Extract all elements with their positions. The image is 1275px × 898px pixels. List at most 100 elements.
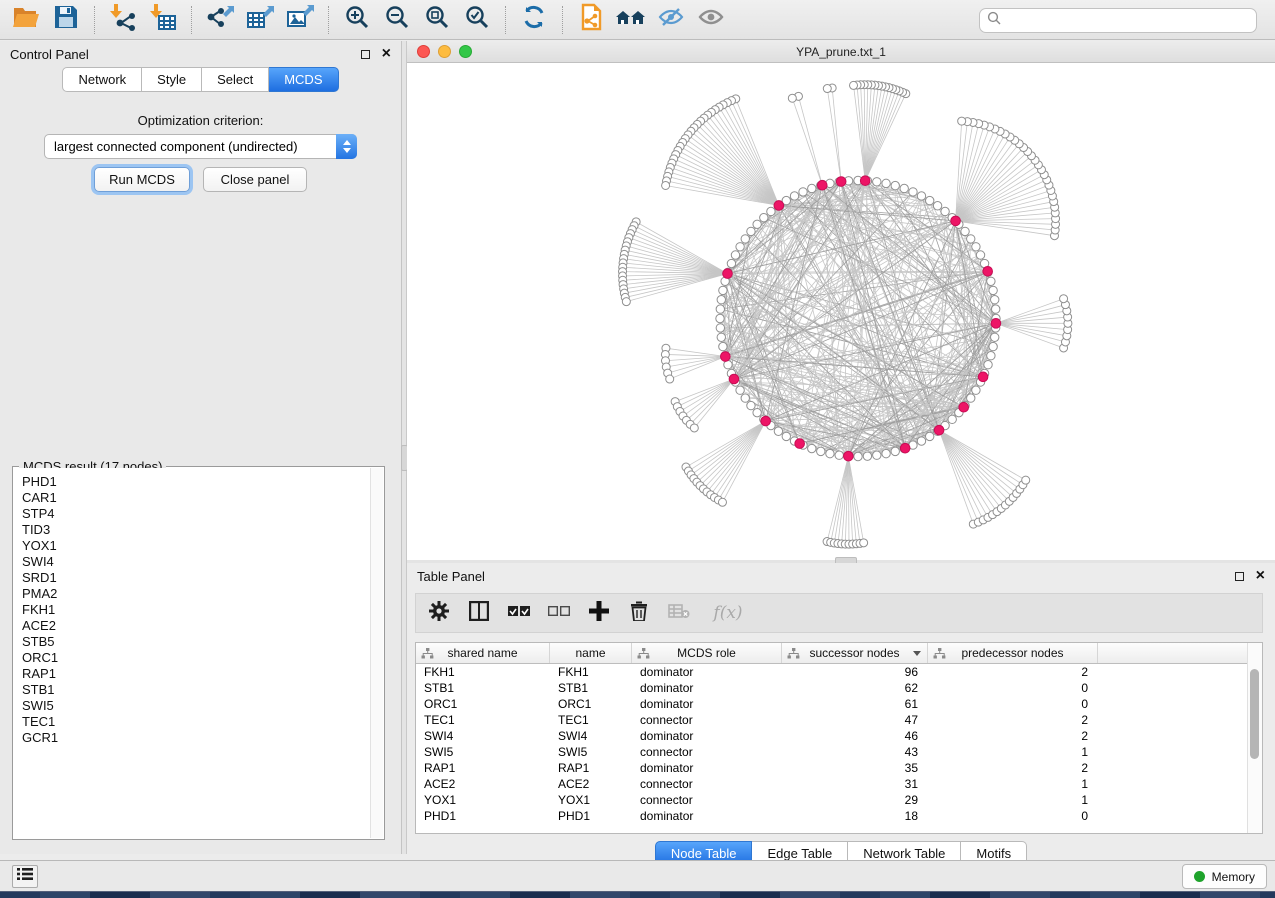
- column-header-successor-nodes[interactable]: successor nodes: [782, 643, 928, 663]
- export-image-button[interactable]: [280, 3, 320, 37]
- mcds-node-item[interactable]: SWI4: [22, 554, 362, 570]
- apply-preferred-layout-icon: [521, 4, 547, 35]
- node-table[interactable]: shared namenameMCDS rolesuccessor nodesp…: [415, 642, 1263, 834]
- table-row[interactable]: SWI5SWI5connector431: [416, 744, 1262, 760]
- zoom-out-button[interactable]: [377, 3, 417, 37]
- import-table-button[interactable]: [143, 3, 183, 37]
- cell-name: ORC1: [550, 696, 632, 712]
- shared-column-icon: [787, 648, 800, 662]
- table-row[interactable]: PHD1PHD1dominator180: [416, 808, 1262, 824]
- float-panel-icon[interactable]: [361, 50, 370, 59]
- table-row[interactable]: FKH1FKH1dominator962: [416, 664, 1262, 680]
- cell-predecessor-nodes: 1: [928, 792, 1098, 808]
- show-columns-button[interactable]: [466, 600, 492, 626]
- mcds-node-item[interactable]: STB1: [22, 682, 362, 698]
- apply-preferred-layout-button[interactable]: [514, 3, 554, 37]
- mcds-node-item[interactable]: ORC1: [22, 650, 362, 666]
- minimize-window-icon[interactable]: [438, 45, 451, 58]
- delete-column-button[interactable]: [626, 600, 652, 626]
- tab-style[interactable]: Style: [142, 67, 202, 92]
- tab-mcds[interactable]: MCDS: [269, 67, 338, 92]
- chevron-down-icon[interactable]: [913, 651, 921, 656]
- search-input[interactable]: [1006, 14, 1249, 28]
- tab-network[interactable]: Network: [62, 67, 142, 92]
- cell-shared-name: SWI5: [416, 744, 550, 760]
- table-row[interactable]: RAP1RAP1dominator352: [416, 760, 1262, 776]
- zoom-selected-button[interactable]: [457, 3, 497, 37]
- mcds-node-item[interactable]: FKH1: [22, 602, 362, 618]
- column-header-MCDS-role[interactable]: MCDS role: [632, 643, 782, 663]
- import-network-button[interactable]: [103, 3, 143, 37]
- show-all-button[interactable]: [691, 3, 731, 37]
- mcds-node-item[interactable]: CAR1: [22, 490, 362, 506]
- columns-icon: [469, 601, 489, 626]
- close-window-icon[interactable]: [417, 45, 430, 58]
- cell-name: YOX1: [550, 792, 632, 808]
- mcds-node-item[interactable]: ACE2: [22, 618, 362, 634]
- table-row[interactable]: STB1STB1dominator620: [416, 680, 1262, 696]
- mcds-node-item[interactable]: TEC1: [22, 714, 362, 730]
- close-panel-icon[interactable]: ×: [1256, 568, 1265, 584]
- mcds-node-item[interactable]: GCR1: [22, 730, 362, 746]
- search-field[interactable]: [979, 8, 1257, 33]
- task-history-button[interactable]: [12, 865, 38, 888]
- mcds-node-item[interactable]: STB5: [22, 634, 362, 650]
- column-header-name[interactable]: name: [550, 643, 632, 663]
- save-session-button[interactable]: [46, 3, 86, 37]
- select-all-columns-button[interactable]: [506, 600, 532, 626]
- first-neighbors-button[interactable]: [611, 3, 651, 37]
- column-header-shared-name[interactable]: shared name: [416, 643, 550, 663]
- mcds-node-item[interactable]: RAP1: [22, 666, 362, 682]
- zoom-in-button[interactable]: [337, 3, 377, 37]
- export-table-button[interactable]: [240, 3, 280, 37]
- create-column-button[interactable]: [586, 600, 612, 626]
- float-panel-icon[interactable]: [1235, 572, 1244, 581]
- network-view-window: YPA_prune.txt_1: [407, 41, 1275, 560]
- unselect-all-columns-button[interactable]: [546, 600, 572, 626]
- mcds-node-item[interactable]: YOX1: [22, 538, 362, 554]
- mcds-node-item[interactable]: SWI5: [22, 698, 362, 714]
- function-icon: f(x): [713, 603, 742, 623]
- mcds-node-item[interactable]: TID3: [22, 522, 362, 538]
- new-network-from-selection-button[interactable]: [571, 3, 611, 37]
- run-mcds-button[interactable]: Run MCDS: [94, 167, 190, 192]
- mcds-node-item[interactable]: PMA2: [22, 586, 362, 602]
- memory-button[interactable]: Memory: [1182, 864, 1267, 889]
- table-row[interactable]: ACE2ACE2connector311: [416, 776, 1262, 792]
- cell-predecessor-nodes: 0: [928, 680, 1098, 696]
- mcds-node-item[interactable]: SRD1: [22, 570, 362, 586]
- network-canvas[interactable]: [407, 63, 1275, 560]
- cell-successor-nodes: 35: [782, 760, 928, 776]
- close-panel-icon[interactable]: ×: [382, 46, 391, 62]
- mcds-result-list[interactable]: PHD1CAR1STP4TID3YOX1SWI4SRD1PMA2FKH1ACE2…: [14, 468, 370, 838]
- table-row[interactable]: TEC1TEC1connector472: [416, 712, 1262, 728]
- maximize-window-icon[interactable]: [459, 45, 472, 58]
- open-file-button[interactable]: [6, 3, 46, 37]
- cell-name: RAP1: [550, 760, 632, 776]
- table-row[interactable]: ORC1ORC1dominator610: [416, 696, 1262, 712]
- hide-selected-button[interactable]: [651, 3, 691, 37]
- cell-successor-nodes: 29: [782, 792, 928, 808]
- zoom-fit-button[interactable]: [417, 3, 457, 37]
- table-scrollbar-thumb[interactable]: [1250, 669, 1259, 759]
- close-panel-button[interactable]: Close panel: [203, 167, 307, 192]
- table-row[interactable]: SWI4SWI4dominator462: [416, 728, 1262, 744]
- export-network-button[interactable]: [200, 3, 240, 37]
- mcds-node-item[interactable]: PHD1: [22, 474, 362, 490]
- plus-icon: [589, 601, 609, 626]
- table-row[interactable]: YOX1YOX1connector291: [416, 792, 1262, 808]
- tab-select[interactable]: Select: [202, 67, 269, 92]
- criterion-dropdown[interactable]: largest connected component (undirected): [44, 134, 357, 159]
- table-panel-title: Table Panel: [417, 569, 485, 584]
- toolbar-separator: [562, 6, 563, 34]
- column-header-predecessor-nodes[interactable]: predecessor nodes: [928, 643, 1098, 663]
- table-scrollbar[interactable]: [1247, 643, 1262, 833]
- table-settings-button[interactable]: [426, 600, 452, 626]
- mcds-node-item[interactable]: STP4: [22, 506, 362, 522]
- first-neighbors-icon: [615, 4, 647, 35]
- mcds-list-scrollbar[interactable]: [370, 468, 383, 838]
- table-toolbar: f(x): [415, 593, 1263, 633]
- unchecked-boxes-icon: [548, 604, 570, 622]
- cell-successor-nodes: 43: [782, 744, 928, 760]
- cell-predecessor-nodes: 2: [928, 760, 1098, 776]
